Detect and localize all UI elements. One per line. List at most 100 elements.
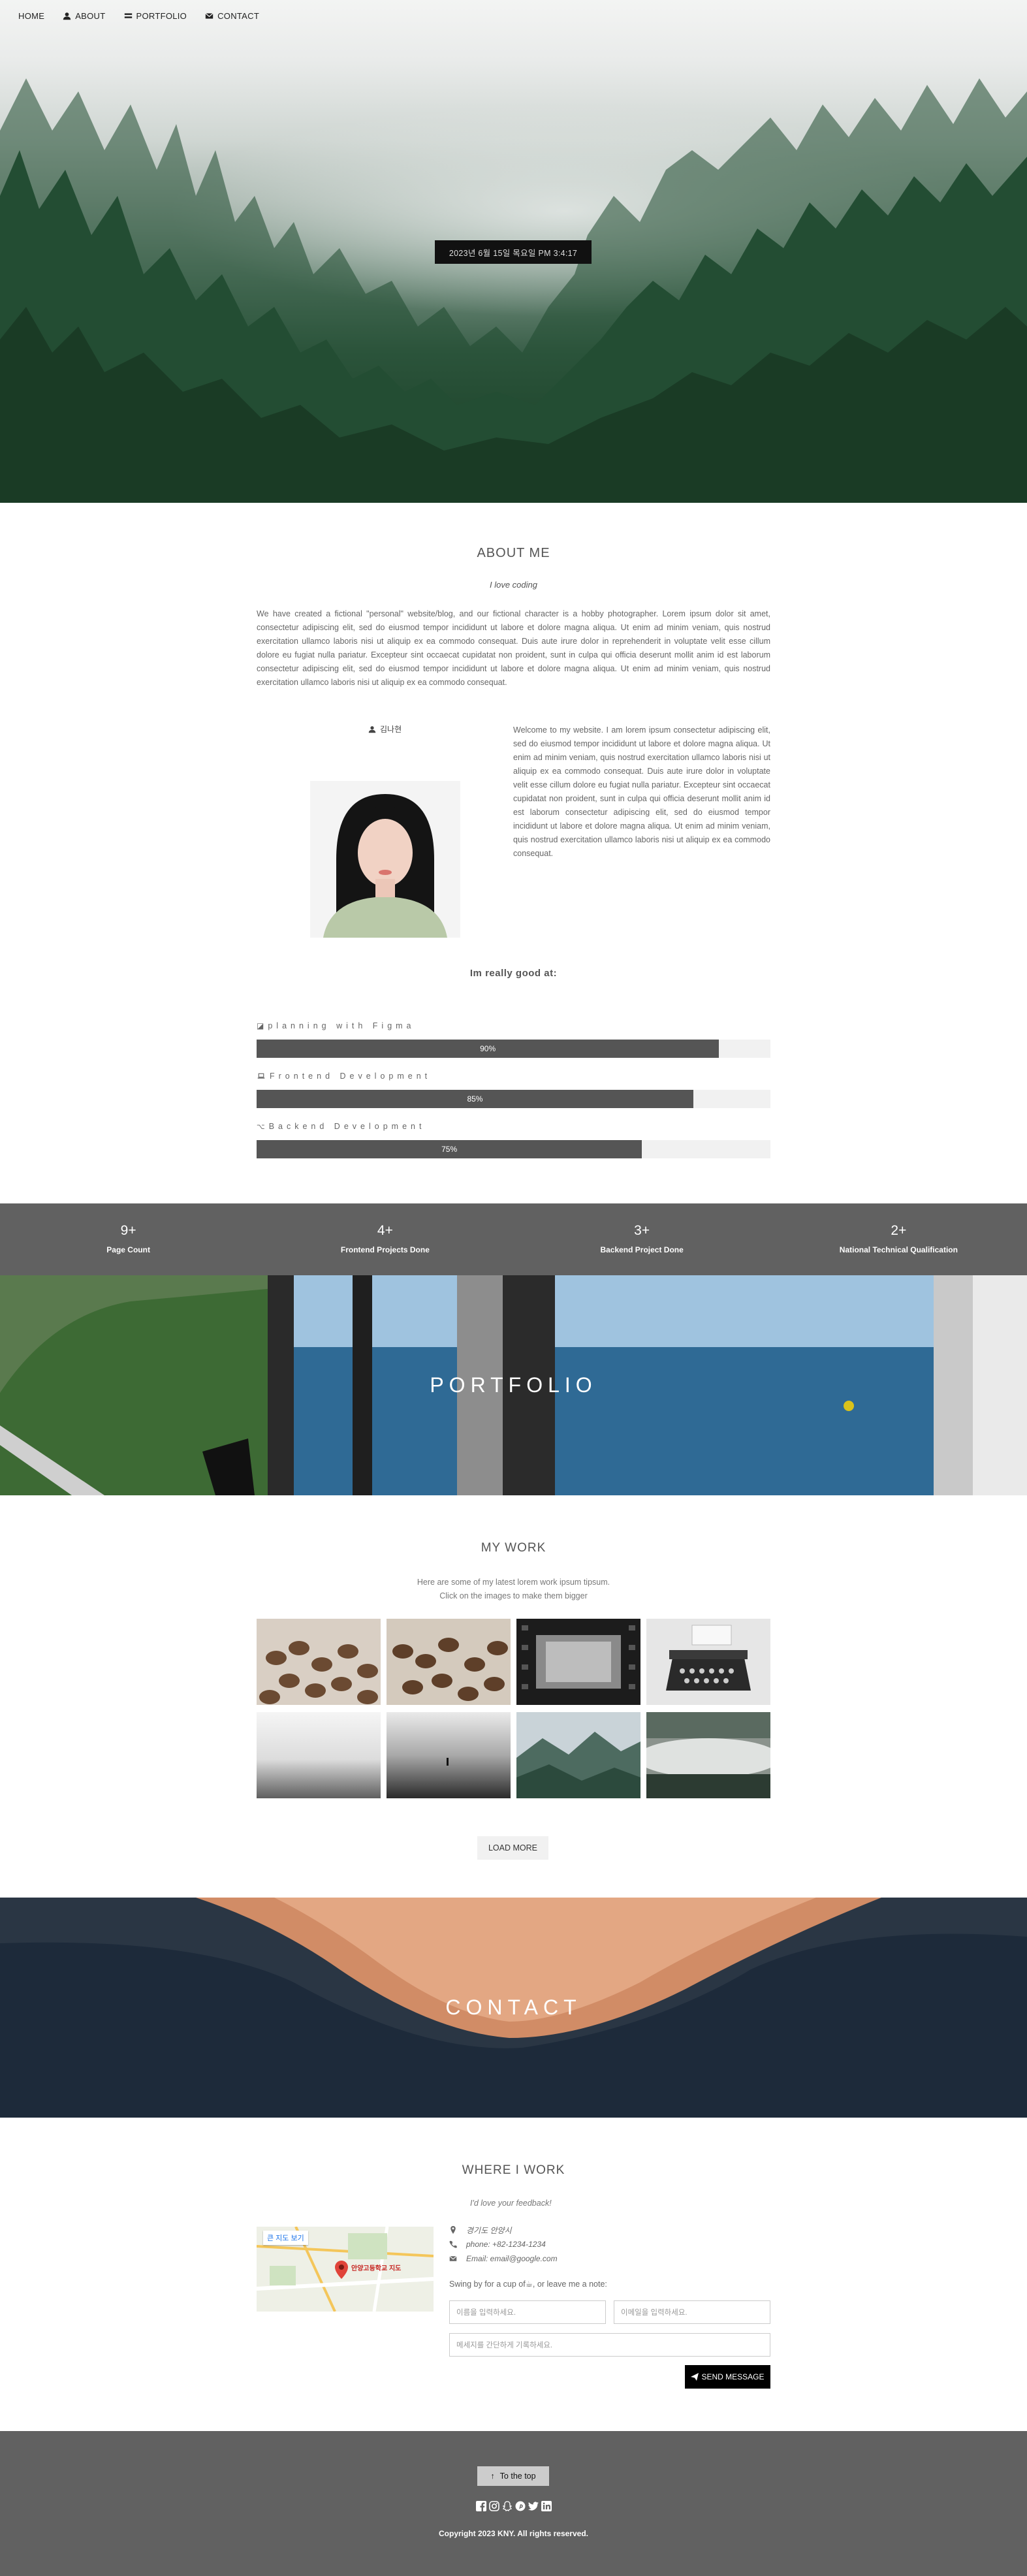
stat-qualification: 2+ National Technical Qualification [770, 1203, 1027, 1275]
envelope-icon [449, 2255, 457, 2261]
map-embed[interactable]: 큰 지도 보기 안양고등학교 지도 [257, 2227, 434, 2312]
location-text: 경기도 안양시 [466, 2225, 512, 2235]
gallery-coffee-beans-1[interactable] [257, 1619, 381, 1705]
skill-frontend-fill: 85% [257, 1090, 693, 1108]
gallery-coffee-beans-2[interactable] [387, 1619, 511, 1705]
laptop-icon [257, 1073, 265, 1079]
skill-figma: ◪ planning with Figma 90% [257, 1021, 770, 1058]
about-intro: We have created a fictional "personal" w… [257, 609, 770, 687]
social-icons [473, 2501, 554, 2514]
email-text: Email: email@google.com [466, 2254, 558, 2263]
skill-backend-fill: 75% [257, 1140, 642, 1158]
envelope-icon [205, 12, 213, 19]
gallery-foggy-sea[interactable] [257, 1712, 381, 1798]
skill-figma-label: planning with Figma [268, 1021, 415, 1030]
profile-photo [310, 781, 460, 938]
about-subtitle: I love coding [490, 580, 537, 590]
to-top-label: To the top [499, 2472, 536, 2481]
skill-figma-fill: 90% [257, 1040, 719, 1058]
contact-title: WHERE I WORK [462, 2163, 565, 2177]
gallery-person-sea[interactable] [387, 1712, 511, 1798]
nav-contact[interactable]: CONTACT [196, 11, 268, 21]
send-message-button[interactable]: SEND MESSAGE [685, 2365, 770, 2389]
gallery-misty-mountain[interactable] [516, 1712, 640, 1798]
paper-plane-icon [691, 2373, 699, 2381]
stats-band: 9+ Page Count 4+ Frontend Projects Done … [0, 1203, 1027, 1275]
top-nav: HOME ABOUT PORTFOLIO CONTACT [0, 0, 1027, 31]
email-line: Email: email@google.com [449, 2251, 558, 2266]
email-input[interactable]: 이메일을 입력하세요. [614, 2300, 770, 2324]
nav-contact-label: CONTACT [217, 10, 260, 21]
map-place-label: 안양고등학교 지도 [351, 2265, 402, 2272]
stat-label: Frontend Projects Done [340, 1245, 430, 1254]
snapchat-icon[interactable] [502, 2501, 513, 2511]
stat-number: 9+ [120, 1223, 136, 1238]
code-icon: ⌥ [257, 1122, 265, 1131]
datetime-display: 2023년 6월 15일 목요일 PM 3:4:17 [435, 240, 592, 264]
skills-title: Im really good at: [469, 968, 558, 979]
nav-home-label: HOME [18, 10, 45, 21]
stat-number: 3+ [634, 1223, 650, 1238]
phone-icon [449, 2240, 457, 2248]
contact-banner: CONTACT [0, 1898, 1027, 2118]
stat-backend: 3+ Backend Project Done [514, 1203, 770, 1275]
stat-number: 4+ [377, 1223, 393, 1238]
portfolio-banner-title: PORTFOLIO [430, 1373, 597, 1397]
skill-figma-label-row: ◪ planning with Figma [257, 1021, 770, 1030]
skill-frontend-label: Frontend Development [270, 1072, 432, 1081]
portfolio-desc-2: Click on the images to make them bigger [439, 1591, 588, 1600]
location-line: 경기도 안양시 [449, 2223, 558, 2237]
contact-banner-title: CONTACT [445, 1996, 582, 2019]
profile-name-row: 김나현 [368, 724, 402, 735]
name-input[interactable]: 이름을 입력하세요. [449, 2300, 606, 2324]
portfolio-title: MY WORK [481, 1541, 546, 1555]
gallery-film-strip[interactable] [516, 1619, 640, 1705]
nav-about-label: ABOUT [75, 10, 106, 21]
phone-line: phone: +82-1234-1234 [449, 2237, 558, 2251]
nav-portfolio-label: PORTFOLIO [136, 10, 187, 21]
message-input[interactable]: 메세지를 간단하게 기록하세요. [449, 2333, 770, 2357]
stat-label: Page Count [106, 1245, 150, 1254]
about-title: ABOUT ME [477, 546, 550, 560]
profile-name: 김나현 [380, 725, 402, 734]
facebook-icon[interactable] [475, 2501, 486, 2511]
skill-figma-bar: 90% [257, 1040, 770, 1058]
map-pin-icon [450, 2226, 456, 2234]
linkedin-icon[interactable] [541, 2501, 552, 2511]
hero-section: 2023년 6월 15일 목요일 PM 3:4:17 [0, 0, 1027, 503]
pinterest-icon[interactable] [515, 2501, 526, 2511]
to-top-button[interactable]: ↑ To the top [477, 2466, 549, 2486]
twitter-icon[interactable] [528, 2501, 539, 2511]
send-message-label: SEND MESSAGE [701, 2372, 765, 2381]
user-icon [63, 12, 71, 20]
skill-backend-label-row: ⌥ Backend Development [257, 1122, 770, 1131]
skill-backend: ⌥ Backend Development 75% [257, 1122, 770, 1158]
skill-frontend: Frontend Development 85% [257, 1072, 770, 1108]
nav-about[interactable]: ABOUT [54, 11, 114, 21]
about-welcome: Welcome to my website. I am lorem ipsum … [513, 725, 770, 858]
skill-backend-bar: 75% [257, 1140, 770, 1158]
nav-home[interactable]: HOME [9, 11, 54, 21]
figma-icon: ◪ [257, 1021, 264, 1030]
stat-label: Backend Project Done [600, 1245, 684, 1254]
load-more-button[interactable]: LOAD MORE [477, 1836, 548, 1860]
stat-frontend: 4+ Frontend Projects Done [257, 1203, 513, 1275]
map-large-link[interactable]: 큰 지도 보기 [263, 2231, 308, 2245]
stat-number: 2+ [891, 1223, 907, 1238]
grid-icon [124, 12, 132, 18]
user-icon [368, 725, 376, 733]
instagram-icon[interactable] [488, 2501, 499, 2511]
arrow-up-icon: ↑ [490, 2472, 495, 2481]
gallery-foggy-forest[interactable] [646, 1712, 770, 1798]
contact-subtitle: I'd love your feedback! [470, 2199, 552, 2208]
copyright-text: Copyright 2023 KNY. All rights reserved. [439, 2529, 588, 2538]
stat-page-count: 9+ Page Count [0, 1203, 257, 1275]
contact-note: Swing by for a cup of☕, or leave me a no… [449, 2280, 607, 2289]
portfolio-banner: PORTFOLIO [0, 1275, 1027, 1495]
stat-label: National Technical Qualification [839, 1245, 958, 1254]
nav-portfolio[interactable]: PORTFOLIO [115, 11, 197, 21]
gallery-typewriter[interactable] [646, 1619, 770, 1705]
skill-frontend-label-row: Frontend Development [257, 1072, 770, 1081]
skill-frontend-bar: 85% [257, 1090, 770, 1108]
contact-info: 경기도 안양시 phone: +82-1234-1234 Email: emai… [449, 2223, 558, 2266]
